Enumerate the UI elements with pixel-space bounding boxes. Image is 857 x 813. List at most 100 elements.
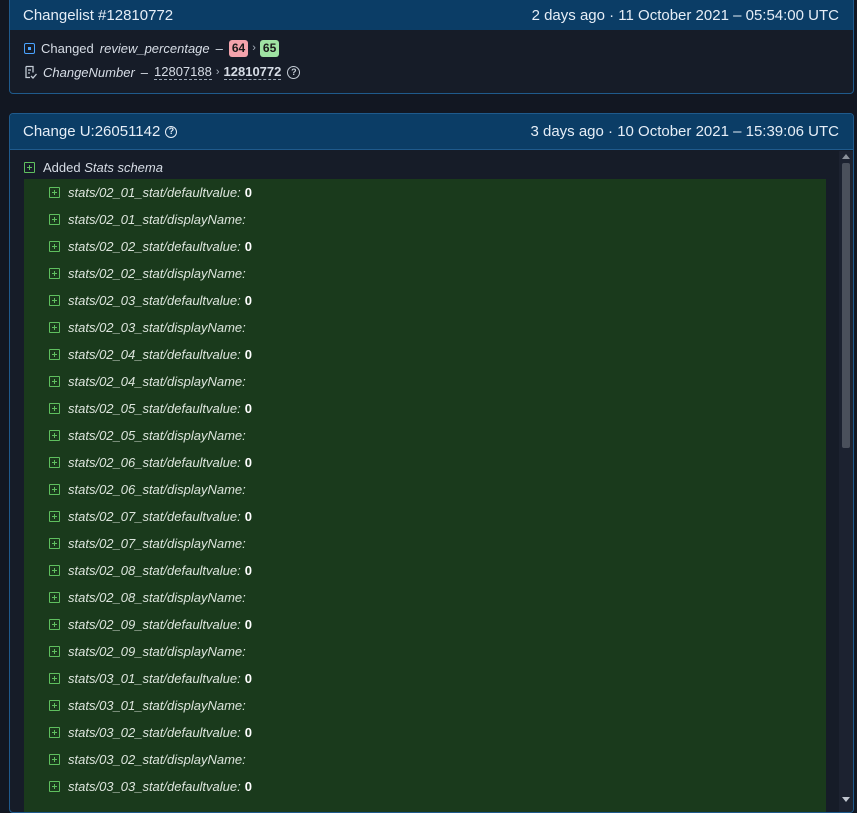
list-item: stats/03_03_stat/defaultvalue: 0 bbox=[24, 773, 826, 800]
scroll-thumb[interactable] bbox=[842, 163, 850, 448]
plus-square-icon bbox=[49, 646, 60, 657]
scroll-up-arrow[interactable] bbox=[842, 154, 850, 159]
item-key: stats/02_07_stat/defaultvalue: bbox=[68, 509, 241, 524]
list-item: stats/02_08_stat/defaultvalue: 0 bbox=[24, 557, 826, 584]
item-key: stats/02_05_stat/defaultvalue: bbox=[68, 401, 241, 416]
list-item: stats/02_06_stat/displayName: bbox=[24, 476, 826, 503]
new-change-link[interactable]: 12810772 bbox=[223, 64, 282, 80]
list-item: stats/02_01_stat/displayName: bbox=[24, 206, 826, 233]
help-icon[interactable]: ? bbox=[165, 125, 178, 138]
new-value-badge: 65 bbox=[259, 39, 280, 57]
plus-square-icon bbox=[49, 511, 60, 522]
list-item: stats/02_06_stat/defaultvalue: 0 bbox=[24, 449, 826, 476]
change-title: Change U:26051142 bbox=[23, 123, 161, 140]
item-key: stats/03_02_stat/defaultvalue: bbox=[68, 725, 241, 740]
old-value-badge: 64 bbox=[228, 39, 249, 57]
list-item: stats/03_02_stat/displayName: bbox=[24, 746, 826, 773]
list-item: stats/02_09_stat/defaultvalue: 0 bbox=[24, 611, 826, 638]
item-value: 0 bbox=[244, 725, 252, 740]
list-item: stats/03_01_stat/defaultvalue: 0 bbox=[24, 665, 826, 692]
changed-icon bbox=[24, 42, 35, 54]
plus-square-icon bbox=[49, 484, 60, 495]
plus-square-icon bbox=[49, 592, 60, 603]
plus-square-icon bbox=[49, 565, 60, 576]
list-item: stats/02_07_stat/displayName: bbox=[24, 530, 826, 557]
list-item: stats/02_04_stat/defaultvalue: 0 bbox=[24, 341, 826, 368]
help-icon[interactable]: ? bbox=[287, 65, 301, 79]
item-key: stats/02_08_stat/defaultvalue: bbox=[68, 563, 241, 578]
item-key: stats/03_02_stat/displayName: bbox=[68, 752, 246, 767]
item-value: 0 bbox=[244, 617, 252, 632]
plus-square-icon bbox=[49, 376, 60, 387]
plus-square-icon bbox=[49, 430, 60, 441]
item-key: stats/02_08_stat/displayName: bbox=[68, 590, 246, 605]
plus-square-icon bbox=[49, 322, 60, 333]
change-header: Change U:26051142 ? 3 days ago · 10 Octo… bbox=[10, 114, 853, 150]
item-key: stats/03_01_stat/defaultvalue: bbox=[68, 671, 241, 686]
item-value: 0 bbox=[244, 455, 252, 470]
changelist-timestamp: 2 days ago · 11 October 2021 – 05:54:00 … bbox=[531, 7, 839, 24]
list-item: stats/02_03_stat/defaultvalue: 0 bbox=[24, 287, 826, 314]
plus-square-icon bbox=[49, 187, 60, 198]
item-value: 0 bbox=[244, 293, 252, 308]
item-key: stats/02_01_stat/displayName: bbox=[68, 212, 246, 227]
item-value: 0 bbox=[244, 563, 252, 578]
added-label: Added bbox=[43, 159, 81, 175]
plus-square-icon bbox=[49, 295, 60, 306]
item-key: stats/03_01_stat/displayName: bbox=[68, 698, 246, 713]
dash-2: – bbox=[140, 64, 149, 80]
item-key: stats/02_02_stat/defaultvalue: bbox=[68, 239, 241, 254]
change-timestamp: 3 days ago · 10 October 2021 – 15:39:06 … bbox=[530, 123, 839, 140]
item-value: 0 bbox=[244, 671, 252, 686]
plus-square-icon bbox=[49, 727, 60, 738]
item-key: stats/02_04_stat/displayName: bbox=[68, 374, 246, 389]
item-value: 0 bbox=[244, 401, 252, 416]
item-key: stats/02_05_stat/displayName: bbox=[68, 428, 246, 443]
item-key: stats/02_09_stat/displayName: bbox=[68, 644, 246, 659]
changelist-header: Changelist #12810772 2 days ago · 11 Oct… bbox=[10, 0, 853, 30]
plus-square-icon bbox=[49, 673, 60, 684]
plus-square-icon bbox=[49, 700, 60, 711]
item-key: stats/03_03_stat/defaultvalue: bbox=[68, 779, 241, 794]
list-item: stats/02_02_stat/displayName: bbox=[24, 260, 826, 287]
changed-label: Changed bbox=[41, 40, 94, 56]
list-item: stats/02_08_stat/displayName: bbox=[24, 584, 826, 611]
changelist-title: Changelist #12810772 bbox=[23, 7, 174, 24]
item-value: 0 bbox=[244, 239, 252, 254]
change-content: Added Stats schema stats/02_01_stat/defa… bbox=[10, 151, 839, 812]
plus-square-icon bbox=[49, 619, 60, 630]
change-number-label: ChangeNumber bbox=[43, 64, 135, 80]
list-item: stats/02_04_stat/displayName: bbox=[24, 368, 826, 395]
list-item: stats/02_05_stat/defaultvalue: 0 bbox=[24, 395, 826, 422]
dash: – bbox=[215, 40, 223, 56]
list-item: stats/02_03_stat/displayName: bbox=[24, 314, 826, 341]
list-item: stats/03_02_stat/defaultvalue: 0 bbox=[24, 719, 826, 746]
changelist-card: Changelist #12810772 2 days ago · 11 Oct… bbox=[9, 0, 854, 94]
list-item: stats/03_01_stat/displayName: bbox=[24, 692, 826, 719]
plus-square-icon bbox=[49, 214, 60, 225]
list-item: stats/02_02_stat/defaultvalue: 0 bbox=[24, 233, 826, 260]
list-item: stats/02_05_stat/displayName: bbox=[24, 422, 826, 449]
plus-square-icon bbox=[49, 781, 60, 792]
plus-square-icon bbox=[49, 403, 60, 414]
arrow-separator-2: › bbox=[215, 66, 220, 78]
added-header: Added Stats schema bbox=[10, 156, 839, 178]
old-change-link[interactable]: 12807188 bbox=[154, 64, 212, 80]
item-key: stats/02_03_stat/displayName: bbox=[68, 320, 246, 335]
item-key: stats/02_04_stat/defaultvalue: bbox=[68, 347, 241, 362]
arrow-separator: › bbox=[252, 42, 256, 54]
change-card: Change U:26051142 ? 3 days ago · 10 Octo… bbox=[9, 113, 854, 813]
added-items-list: stats/02_01_stat/defaultvalue: 0 stats/02_… bbox=[24, 179, 826, 812]
scroll-down-arrow[interactable] bbox=[842, 797, 850, 802]
field-name: review_percentage bbox=[99, 40, 210, 56]
plus-square-icon bbox=[49, 241, 60, 252]
list-item: stats/02_01_stat/defaultvalue: 0 bbox=[24, 179, 826, 206]
vertical-scrollbar[interactable] bbox=[839, 151, 853, 812]
changed-row: Changed review_percentage – 64 › 65 bbox=[24, 36, 839, 60]
item-value: 0 bbox=[244, 347, 252, 362]
change-number-row: ChangeNumber – 12807188 › 12810772 ? bbox=[24, 60, 839, 84]
item-key: stats/02_07_stat/displayName: bbox=[68, 536, 246, 551]
item-key: stats/02_09_stat/defaultvalue: bbox=[68, 617, 241, 632]
item-key: stats/02_06_stat/defaultvalue: bbox=[68, 455, 241, 470]
item-key: stats/02_01_stat/defaultvalue: bbox=[68, 185, 241, 200]
